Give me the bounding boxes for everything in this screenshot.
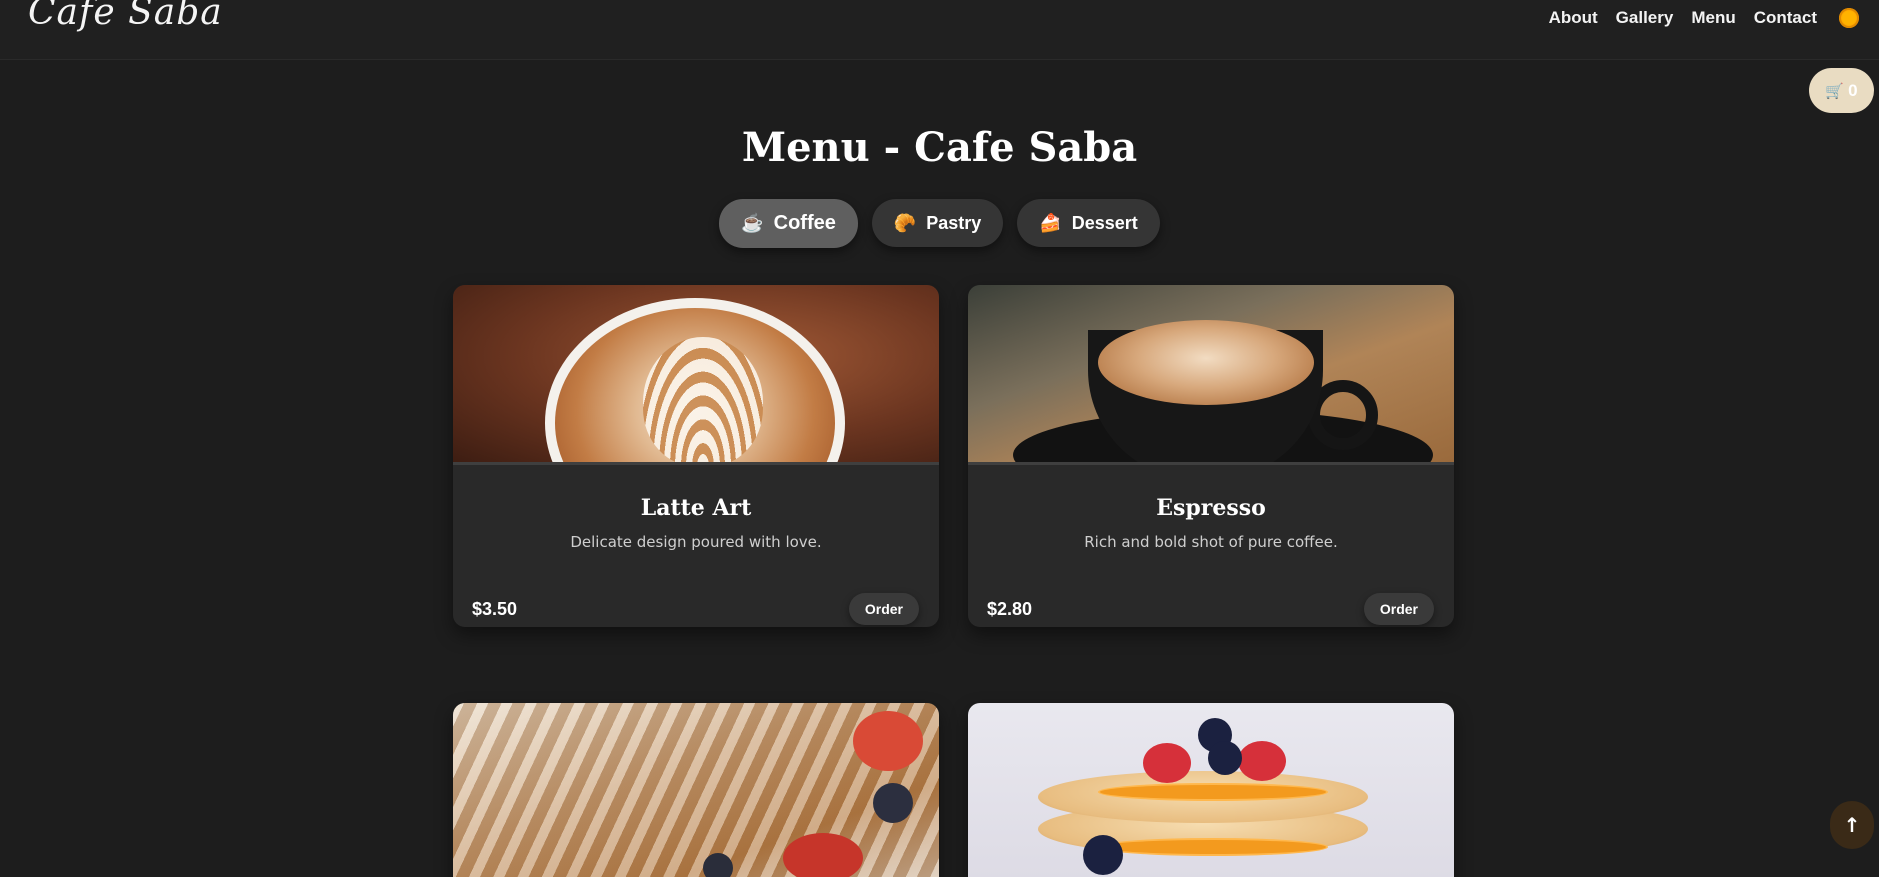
item-name: Latte Art [640,495,752,521]
cake-icon: 🍰 [1039,212,1062,233]
nav-gallery-link[interactable]: Gallery [1616,8,1674,28]
menu-card-croissant [453,703,939,877]
card-footer: $3.50 Order [453,591,939,627]
item-price: $3.50 [472,598,518,619]
category-tabs: ☕ Coffee 🥐 Pastry 🍰 Dessert [0,199,1879,248]
card-footer: $2.80 Order [968,591,1454,627]
tab-label: Coffee [773,212,836,234]
tab-dessert[interactable]: 🍰 Dessert [1017,199,1160,247]
menu-card-pancakes [968,703,1454,877]
arrow-up-icon: ↑ [1843,813,1861,837]
pancakes-image [968,703,1454,877]
cart-count: 0 [1848,80,1858,100]
order-button[interactable]: Order [848,593,919,625]
page-title: Menu - Cafe Saba [741,124,1138,171]
tab-pastry[interactable]: 🥐 Pastry [871,199,1004,247]
main-nav: About Gallery Menu Contact [1531,8,1859,28]
croissant-image [453,703,939,877]
menu-card-latte-art: Latte Art Delicate design poured with lo… [453,285,939,627]
latte-art-image [453,285,939,462]
espresso-image [968,285,1454,462]
coffee-cup-icon: ☕ [741,213,764,233]
item-price: $2.80 [987,598,1033,619]
nav-contact-link[interactable]: Contact [1754,8,1817,28]
tab-coffee[interactable]: ☕ Coffee [719,199,858,248]
cart-button[interactable]: 🛒 0 [1809,68,1874,113]
site-logo[interactable]: Cafe Saba [28,0,223,33]
cart-icon: 🛒 [1825,82,1845,100]
item-description: Rich and bold shot of pure coffee. [1084,533,1338,551]
item-name: Espresso [1156,495,1266,521]
sun-icon[interactable] [1839,8,1859,28]
tab-label: Dessert [1071,212,1138,233]
nav-about-link[interactable]: About [1549,8,1598,28]
tab-label: Pastry [926,212,982,233]
top-navbar: Cafe Saba About Gallery Menu Contact [0,0,1879,60]
croissant-icon: 🥐 [893,212,917,233]
nav-menu-link[interactable]: Menu [1691,8,1735,28]
item-description: Delicate design poured with love. [570,533,822,551]
menu-card-espresso: Espresso Rich and bold shot of pure coff… [968,285,1454,627]
scroll-to-top-button[interactable]: ↑ [1830,801,1874,849]
order-button[interactable]: Order [1363,593,1434,625]
